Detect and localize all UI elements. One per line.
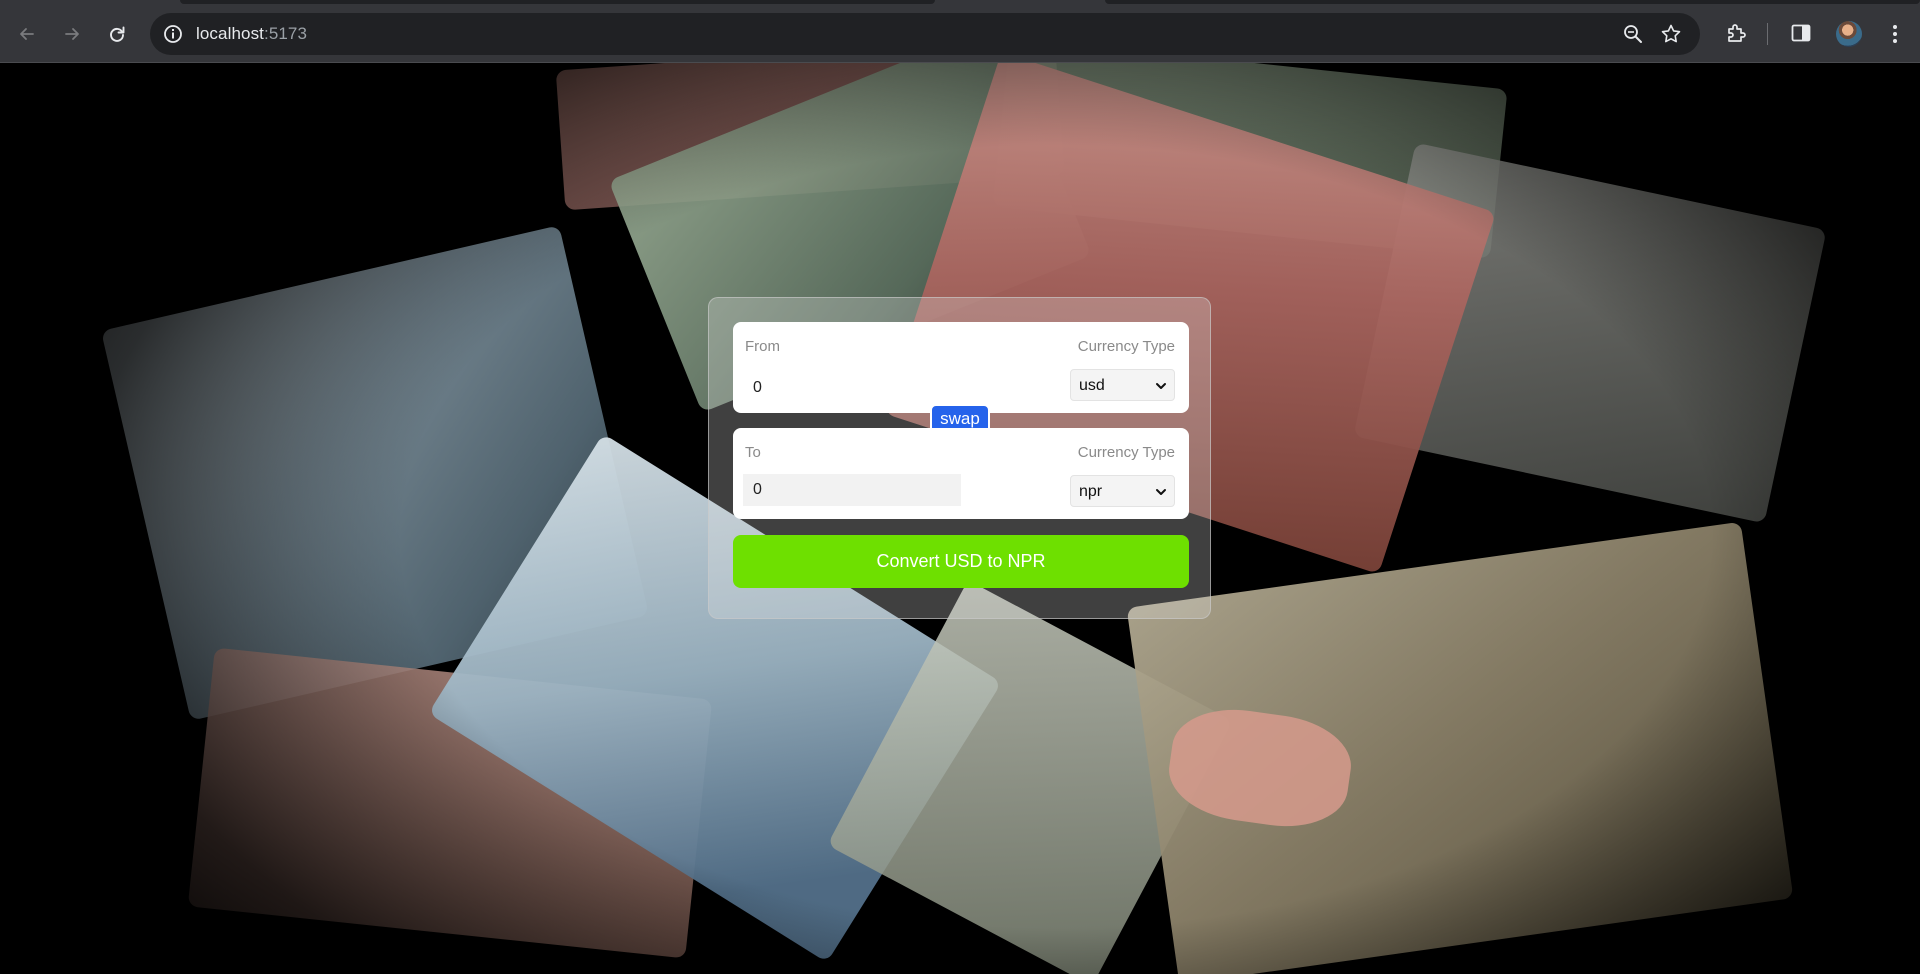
from-currency-value: usd <box>1079 377 1105 394</box>
tab-strip <box>0 0 1920 4</box>
page-viewport: From Currency Type usd swap To Currency … <box>0 63 1920 974</box>
from-currency-type-label: Currency Type <box>1077 338 1175 355</box>
extensions-icon[interactable] <box>1724 21 1748 45</box>
profile-avatar[interactable] <box>1836 21 1862 47</box>
zoom-icon[interactable] <box>1622 23 1644 45</box>
from-section: From Currency Type usd <box>733 322 1189 413</box>
url-text[interactable]: localhost:5173 <box>196 24 307 44</box>
forward-button[interactable] <box>56 18 88 50</box>
to-section: To Currency Type npr <box>733 428 1189 519</box>
bookmark-star-icon[interactable] <box>1660 23 1682 45</box>
url-port: :5173 <box>264 24 308 43</box>
chevron-down-icon <box>1156 489 1166 495</box>
back-button[interactable] <box>11 18 43 50</box>
forward-arrow-icon <box>65 28 79 40</box>
tab-strip-left <box>180 0 935 4</box>
url-host: localhost <box>196 24 264 43</box>
browser-toolbar: localhost:5173 <box>0 0 1920 63</box>
tab-strip-right <box>1105 0 1920 4</box>
to-currency-select[interactable]: npr <box>1070 475 1175 507</box>
back-arrow-icon <box>20 28 34 40</box>
to-currency-value: npr <box>1079 483 1103 500</box>
reload-button[interactable] <box>101 18 133 50</box>
from-label: From <box>745 338 780 355</box>
toolbar-separator <box>1767 23 1768 45</box>
convert-button[interactable]: Convert USD to NPR <box>733 535 1189 588</box>
address-bar[interactable]: localhost:5173 <box>150 13 1700 55</box>
to-currency-type-label: Currency Type <box>1077 444 1175 461</box>
side-panel-icon[interactable] <box>1789 21 1813 45</box>
chevron-down-icon <box>1156 383 1166 389</box>
browser-menu-icon[interactable] <box>1883 20 1907 48</box>
from-currency-select[interactable]: usd <box>1070 369 1175 401</box>
to-label: To <box>745 444 761 461</box>
to-amount-input[interactable] <box>743 474 961 506</box>
from-amount-input[interactable] <box>743 372 961 404</box>
currency-converter-card: From Currency Type usd swap To Currency … <box>708 297 1211 619</box>
reload-icon <box>110 26 125 42</box>
site-info-icon[interactable] <box>162 23 184 45</box>
